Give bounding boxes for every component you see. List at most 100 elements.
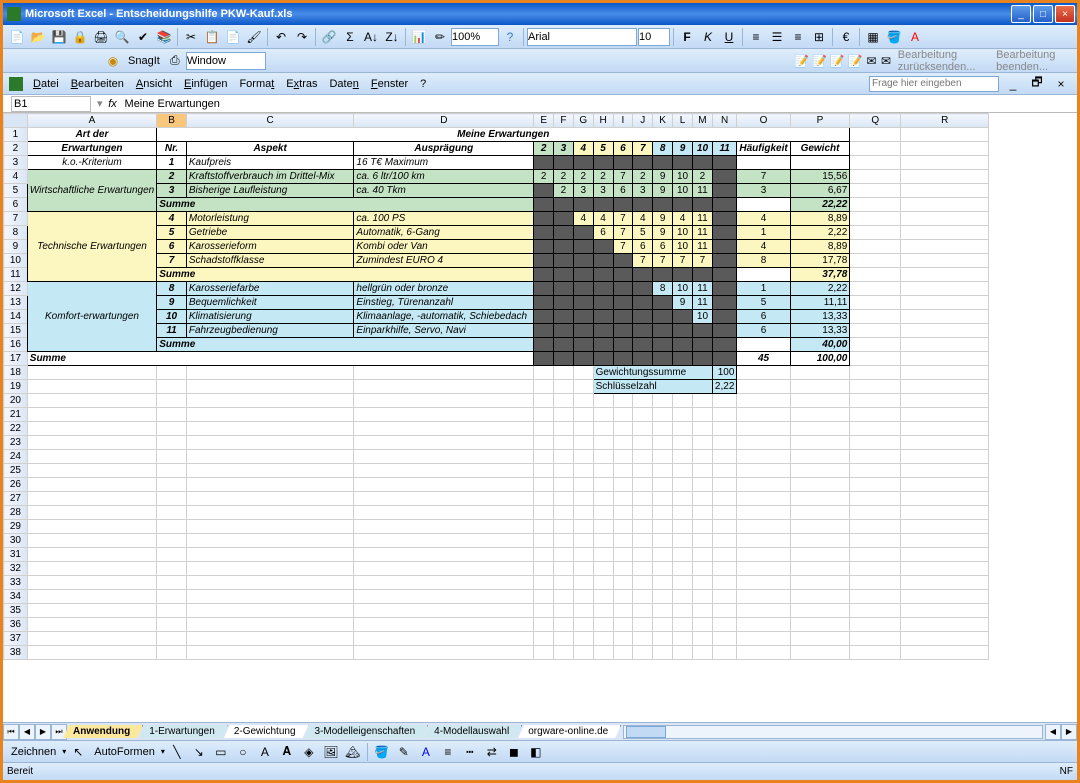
cell-r28-c5[interactable]: [534, 506, 554, 520]
cell-r29-c4[interactable]: [354, 520, 534, 534]
cell-r19-7[interactable]: [573, 380, 593, 394]
row-header-5[interactable]: 5: [4, 184, 28, 198]
cell-Q13[interactable]: [850, 296, 901, 310]
cell-r29-c8[interactable]: [593, 520, 613, 534]
sort-desc-icon[interactable]: Z↓: [382, 27, 402, 47]
print-icon[interactable]: 🖨: [91, 27, 111, 47]
cell-r26-c4[interactable]: [354, 478, 534, 492]
col-header-R[interactable]: R: [901, 114, 989, 128]
cell-P13[interactable]: 11,11: [790, 296, 850, 310]
cell-r8-7[interactable]: 10: [673, 226, 693, 240]
cell-r18-7[interactable]: [573, 366, 593, 380]
cell-r21-c9[interactable]: [613, 408, 633, 422]
row-header-28[interactable]: 28: [4, 506, 28, 520]
cell-d3-5[interactable]: [633, 156, 653, 170]
cell-r25-c12[interactable]: [673, 464, 693, 478]
cell-r23-c15[interactable]: [737, 436, 790, 450]
cell-O18[interactable]: [737, 366, 790, 380]
cell-r24-c3[interactable]: [186, 450, 354, 464]
cell-r20-c10[interactable]: [633, 394, 653, 408]
cell-r32-c9[interactable]: [613, 562, 633, 576]
cell-r20-c8[interactable]: [593, 394, 613, 408]
cell-r14-9[interactable]: [712, 310, 736, 324]
cell-r19-4[interactable]: [354, 380, 534, 394]
cell-r27-c7[interactable]: [573, 492, 593, 506]
cell-r9-0[interactable]: [534, 240, 554, 254]
row-header-27[interactable]: 27: [4, 492, 28, 506]
fontsize-combo[interactable]: [638, 28, 670, 46]
cell-r33-c7[interactable]: [573, 576, 593, 590]
cell-gewicht-label[interactable]: Gewichtungssumme: [593, 366, 712, 380]
cell-r34-c1[interactable]: [27, 590, 156, 604]
cell-r35-c11[interactable]: [653, 604, 673, 618]
cell-Q7[interactable]: [850, 212, 901, 226]
cell-r13-8[interactable]: 11: [692, 296, 712, 310]
cell-R15[interactable]: [901, 324, 989, 338]
cell-r29-c17[interactable]: [850, 520, 901, 534]
cell-B2[interactable]: Nr.: [157, 142, 187, 156]
cell-B12[interactable]: 8: [157, 282, 187, 296]
cell-d3-7[interactable]: [673, 156, 693, 170]
cell-r4-2[interactable]: 2: [573, 170, 593, 184]
select-icon[interactable]: ↖: [68, 742, 88, 762]
col-header-G[interactable]: G: [573, 114, 593, 128]
cell-r15-0[interactable]: [534, 324, 554, 338]
cell-r17-6[interactable]: [653, 352, 673, 366]
cell-r36-c11[interactable]: [653, 618, 673, 632]
cell-r21-c4[interactable]: [354, 408, 534, 422]
cell-Q8[interactable]: [850, 226, 901, 240]
cell-r10-2[interactable]: [573, 254, 593, 268]
cell-r32-c16[interactable]: [790, 562, 850, 576]
cell-r6-1[interactable]: [554, 198, 574, 212]
cell-B6[interactable]: Summe: [157, 198, 534, 212]
cell-D8[interactable]: Automatik, 6-Gang: [354, 226, 534, 240]
cell-r20-c13[interactable]: [692, 394, 712, 408]
menu-datei[interactable]: Datei: [27, 76, 65, 92]
cell-B4[interactable]: 2: [157, 170, 187, 184]
cell-r35-c13[interactable]: [692, 604, 712, 618]
cell-r29-c11[interactable]: [653, 520, 673, 534]
cell-r30-c7[interactable]: [573, 534, 593, 548]
cell-r25-c4[interactable]: [354, 464, 534, 478]
rev2-icon[interactable]: 📝: [811, 51, 828, 71]
cell-r22-c8[interactable]: [593, 422, 613, 436]
cell-r19-2[interactable]: [157, 380, 187, 394]
cell-r4-9[interactable]: [712, 170, 736, 184]
cell-r38-c11[interactable]: [653, 646, 673, 660]
cell-r21-c17[interactable]: [850, 408, 901, 422]
cell-r14-7[interactable]: [673, 310, 693, 324]
cell-r36-c9[interactable]: [613, 618, 633, 632]
linestyle-icon[interactable]: ≡: [438, 742, 458, 762]
cell-r36-c6[interactable]: [554, 618, 574, 632]
redo-icon[interactable]: ↷: [292, 27, 312, 47]
name-box[interactable]: [11, 96, 91, 112]
cell-A4[interactable]: Wirtschaftliche Erwartungen: [27, 170, 156, 212]
cell-r28-c7[interactable]: [573, 506, 593, 520]
cell-r36-c3[interactable]: [186, 618, 354, 632]
cell-r29-c14[interactable]: [712, 520, 736, 534]
cell-r37-c7[interactable]: [573, 632, 593, 646]
doc-restore-icon[interactable]: 🗗: [1027, 74, 1047, 94]
cell-r16-3[interactable]: [593, 338, 613, 352]
cell-r7-6[interactable]: 9: [653, 212, 673, 226]
doc-close-icon[interactable]: ×: [1051, 74, 1071, 94]
cell-r19-3[interactable]: [186, 380, 354, 394]
cell-r24-c17[interactable]: [850, 450, 901, 464]
cell-r32-c7[interactable]: [573, 562, 593, 576]
row-header-20[interactable]: 20: [4, 394, 28, 408]
hyperlink-icon[interactable]: 🔗: [319, 27, 339, 47]
cell-r30-c12[interactable]: [673, 534, 693, 548]
cell-Q4[interactable]: [850, 170, 901, 184]
ask-question-input[interactable]: [869, 76, 999, 92]
cell-r22-c6[interactable]: [554, 422, 574, 436]
cell-r8-4[interactable]: 7: [613, 226, 633, 240]
close-button[interactable]: ×: [1055, 5, 1075, 23]
sheet-tab-orgware-online.de[interactable]: orgware-online.de: [518, 725, 621, 738]
cell-r23-c18[interactable]: [901, 436, 989, 450]
cell-r26-c13[interactable]: [692, 478, 712, 492]
hscroll-left-icon[interactable]: ◀: [1045, 724, 1061, 740]
cell-r24-c8[interactable]: [593, 450, 613, 464]
cell-r36-c18[interactable]: [901, 618, 989, 632]
cell-r21-c12[interactable]: [673, 408, 693, 422]
cell-r38-c10[interactable]: [633, 646, 653, 660]
